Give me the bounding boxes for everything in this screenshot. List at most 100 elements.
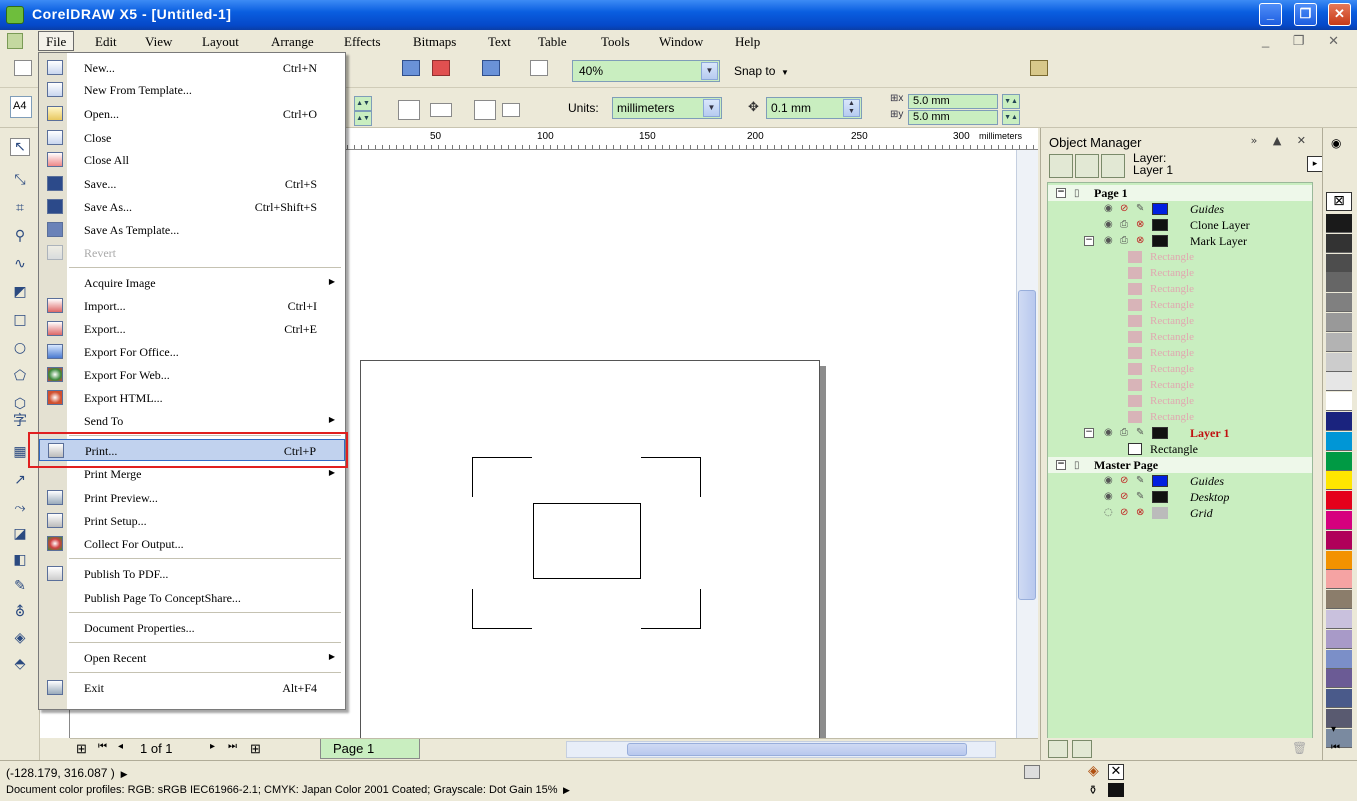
all-pages-icon[interactable]	[474, 100, 496, 120]
menu-item-save-as-template[interactable]: Save As Template...	[39, 219, 345, 241]
ellipse-tool-icon[interactable]: ○	[10, 340, 30, 358]
menu-item-open[interactable]: Open... Ctrl+O	[39, 103, 345, 125]
expand-arrow-icon[interactable]: ▶	[118, 769, 128, 779]
menu-item-print-preview[interactable]: Print Preview...	[39, 487, 345, 509]
palette-scroll-up-icon[interactable]: ◉	[1331, 136, 1341, 150]
color-swatch[interactable]	[1326, 451, 1352, 471]
layer-manager-view-icon[interactable]	[1101, 154, 1125, 178]
menu-item-close-all[interactable]: Close All	[39, 149, 345, 171]
edit-across-layers-icon[interactable]	[1075, 154, 1099, 178]
horizontal-scroll-thumb[interactable]	[627, 743, 967, 756]
table-tool-icon[interactable]: ▦	[10, 444, 30, 462]
vertical-scroll-thumb[interactable]	[1018, 290, 1036, 600]
center-rectangle[interactable]	[533, 503, 641, 579]
docker-menu-flyout-icon[interactable]: ▸	[1307, 156, 1323, 172]
color-swatch[interactable]	[1326, 649, 1352, 669]
units-select[interactable]: millimeters ▼	[612, 97, 722, 119]
polygon-tool-icon[interactable]: ⬠	[10, 368, 30, 386]
eye-icon[interactable]: ◉	[1104, 217, 1113, 233]
menu-help[interactable]: Help	[735, 34, 760, 50]
tree-layer-clone[interactable]: ◉ ⎙ ⊗ Clone Layer	[1048, 217, 1312, 233]
menu-item-import[interactable]: Import... Ctrl+I	[39, 295, 345, 317]
color-profiles-info[interactable]: Document color profiles: RGB: sRGB IEC61…	[6, 784, 570, 796]
collapse-icon[interactable]: −	[1084, 236, 1094, 246]
tree-object[interactable]: Rectangle	[1048, 361, 1312, 377]
previous-page-icon[interactable]: ◂	[118, 741, 123, 752]
document-icon[interactable]	[7, 33, 23, 49]
pick-tool-icon[interactable]: ↖	[10, 138, 30, 156]
paper-size-field[interactable]: A4	[10, 96, 32, 118]
eye-icon[interactable]: ◉	[1104, 489, 1113, 505]
application-launcher-icon[interactable]	[482, 60, 500, 76]
horizontal-scrollbar[interactable]	[566, 741, 996, 758]
palette-scroll-down-icon[interactable]: ▾	[1331, 724, 1336, 735]
portrait-orientation-icon[interactable]	[398, 100, 420, 120]
color-swatch[interactable]	[1326, 214, 1352, 233]
show-object-properties-icon[interactable]	[1049, 154, 1073, 178]
menu-item-document-properties[interactable]: Document Properties...	[39, 617, 345, 639]
tree-object[interactable]: Rectangle	[1048, 297, 1312, 313]
lock-icon[interactable]: ⊗	[1136, 233, 1144, 249]
interactive-fill-icon[interactable]: ⬘	[10, 656, 30, 674]
menu-effects[interactable]: Effects	[344, 34, 381, 50]
tree-object[interactable]: Rectangle	[1048, 281, 1312, 297]
outline-tool-icon[interactable]: ⛢	[10, 604, 30, 622]
menu-layout[interactable]: Layout	[202, 34, 239, 50]
menu-item-publish-to-pdf[interactable]: Publish To PDF...	[39, 563, 345, 585]
crop-mark-top-right[interactable]	[641, 457, 701, 497]
menu-bitmaps[interactable]: Bitmaps	[413, 34, 456, 50]
menu-item-export-html[interactable]: Export HTML...	[39, 387, 345, 409]
tree-object[interactable]: Rectangle	[1048, 393, 1312, 409]
freehand-tool-icon[interactable]: ∿	[10, 256, 30, 274]
color-swatch[interactable]	[1326, 491, 1352, 511]
document-info-icon[interactable]	[1024, 765, 1040, 779]
color-swatch[interactable]	[1326, 273, 1352, 293]
tree-layer-master-guides[interactable]: ◉ ⊘ ✎ Guides	[1048, 473, 1312, 489]
color-swatch[interactable]	[1326, 629, 1352, 649]
menu-window[interactable]: Window	[659, 34, 703, 50]
duplicate-y-spinner[interactable]: ▼▲	[1002, 110, 1020, 125]
dimension-tool-icon[interactable]: ↗	[10, 472, 30, 490]
print-disabled-icon[interactable]: ⊘	[1120, 201, 1128, 217]
color-swatch[interactable]	[1326, 511, 1352, 530]
transparency-tool-icon[interactable]: ◧	[10, 552, 30, 570]
color-swatch[interactable]	[1326, 392, 1352, 412]
tree-layer-grid[interactable]: ◌ ⊘ ⊗ Grid	[1048, 505, 1312, 521]
color-swatch[interactable]	[1326, 530, 1352, 550]
collapse-icon[interactable]: −	[1056, 188, 1066, 198]
duplicate-distance-x[interactable]: 5.0 mm	[908, 94, 998, 109]
menu-item-collect-for-output[interactable]: Collect For Output...	[39, 533, 345, 555]
color-swatch[interactable]	[1326, 689, 1352, 709]
color-swatch[interactable]	[1326, 372, 1352, 392]
menu-table[interactable]: Table	[538, 34, 567, 50]
no-color-swatch[interactable]: ⊠	[1326, 192, 1352, 211]
tree-object[interactable]: Rectangle	[1048, 265, 1312, 281]
printer-icon[interactable]: ⎙	[1120, 425, 1128, 441]
eye-icon[interactable]: ◉	[1104, 233, 1113, 249]
print-disabled-icon[interactable]: ⊘	[1120, 489, 1128, 505]
duplicate-distance-y[interactable]: 5.0 mm	[908, 110, 998, 125]
eye-icon[interactable]: ◉	[1104, 201, 1113, 217]
tree-layer-1[interactable]: − ◉ ⎙ ✎ Layer 1	[1048, 425, 1312, 441]
tree-layer-guides[interactable]: ◉ ⊘ ✎ Guides	[1048, 201, 1312, 217]
eye-icon[interactable]: ◉	[1104, 473, 1113, 489]
color-swatch[interactable]	[1326, 313, 1352, 332]
zoom-level-combo[interactable]: 40% ▼	[572, 60, 720, 82]
landscape-orientation-icon[interactable]	[430, 103, 452, 117]
menu-edit[interactable]: Edit	[95, 34, 117, 50]
close-button[interactable]: ✕	[1328, 3, 1351, 26]
pencil-icon[interactable]: ✎	[1136, 425, 1144, 441]
color-swatch[interactable]	[1326, 412, 1352, 431]
color-swatch[interactable]	[1326, 233, 1352, 253]
outline-indicator-icon[interactable]: ⚱	[1088, 783, 1098, 797]
crop-mark-top-left[interactable]	[472, 457, 532, 497]
menu-arrange[interactable]: Arrange	[271, 34, 314, 50]
color-swatch[interactable]	[1326, 332, 1352, 352]
smart-fill-icon[interactable]: ◩	[10, 284, 30, 302]
eyedropper-tool-icon[interactable]: ✎	[10, 578, 30, 596]
tree-layer-desktop[interactable]: ◉ ⊘ ✎ Desktop	[1048, 489, 1312, 505]
menu-item-save-as[interactable]: Save As... Ctrl+Shift+S	[39, 196, 345, 218]
blend-tool-icon[interactable]: ◪	[10, 526, 30, 544]
current-page-icon[interactable]	[502, 103, 520, 117]
color-swatch[interactable]	[1326, 431, 1352, 451]
